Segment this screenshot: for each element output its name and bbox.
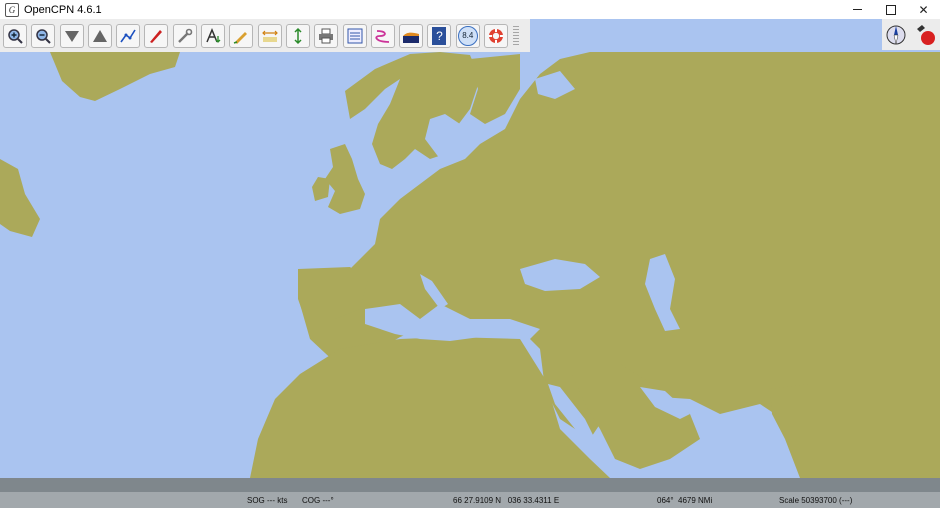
auto-follow-button[interactable] [144,23,169,48]
ship-icon [150,29,163,43]
window-controls: ✕ [841,0,940,19]
opencpn-app-icon: G [5,2,19,17]
lifebuoy-icon [489,28,504,43]
current-button[interactable] [285,23,310,48]
cursor-position-readout: 66 27.9109 N 036 33.4311 E [453,496,560,505]
maximize-icon [885,4,896,15]
main-toolbar: ? 8.4 [0,19,530,52]
track-icon [375,29,389,43]
zoom-out-button[interactable] [31,23,56,48]
track-button[interactable] [370,23,395,48]
track-pencil-icon [234,31,248,44]
wrench-icon [177,28,193,43]
scale-out-button[interactable] [87,23,112,48]
color-scheme-icon [403,32,420,43]
create-route-button[interactable] [116,23,141,48]
print-button[interactable] [314,23,339,48]
chart-scale-readout: Scale 50393700 (---) [779,496,853,505]
settings-button[interactable] [172,23,197,48]
tide-arrows-icon [261,30,278,42]
text-icon [206,27,221,43]
status-bar: SOG --- kts COG ---° 66 27.9109 N 036 33… [0,478,940,508]
zoom-in-button[interactable] [3,23,27,48]
maximize-button[interactable] [874,0,907,19]
window-title: OpenCPN 4.6.1 [24,3,102,16]
toolbar-grip[interactable] [513,25,520,46]
current-arrows-icon [294,27,302,44]
close-button[interactable]: ✕ [907,0,940,19]
compass-widget[interactable] [882,19,940,50]
compass-icon [886,25,906,44]
printer-icon [319,28,334,43]
color-scheme-button[interactable] [399,23,424,48]
zoom-level-icon: 8.4 [457,25,478,46]
bearing-distance-readout: 064° 4679 NMi [657,496,713,505]
gps-status-icon [917,24,935,45]
man-overboard-button[interactable] [484,23,509,48]
zoom-level-button[interactable]: 8.4 [455,23,480,48]
chart-canvas[interactable] [0,19,940,478]
scale-out-icon [92,29,107,42]
mob-track-button[interactable] [229,23,254,48]
sog-readout: SOG --- kts [247,496,288,505]
text-button[interactable] [201,23,226,48]
window-titlebar: G OpenCPN 4.6.1 ✕ [0,0,940,19]
close-icon: ✕ [918,2,929,17]
minimize-button[interactable] [841,0,874,19]
route-manager-button[interactable] [342,23,367,48]
checklist-icon [347,28,363,43]
cog-readout: COG ---° [302,496,334,505]
help-button[interactable]: ? [427,23,452,48]
zoom-out-icon [36,28,52,44]
scale-in-icon [64,30,79,42]
help-icon: ? [432,26,447,45]
scale-in-button[interactable] [59,23,84,48]
route-icon [120,29,136,42]
minimize-icon [853,9,862,10]
zoom-in-icon [8,28,23,44]
tide-button[interactable] [257,23,282,48]
status-bar-strip [0,478,940,492]
